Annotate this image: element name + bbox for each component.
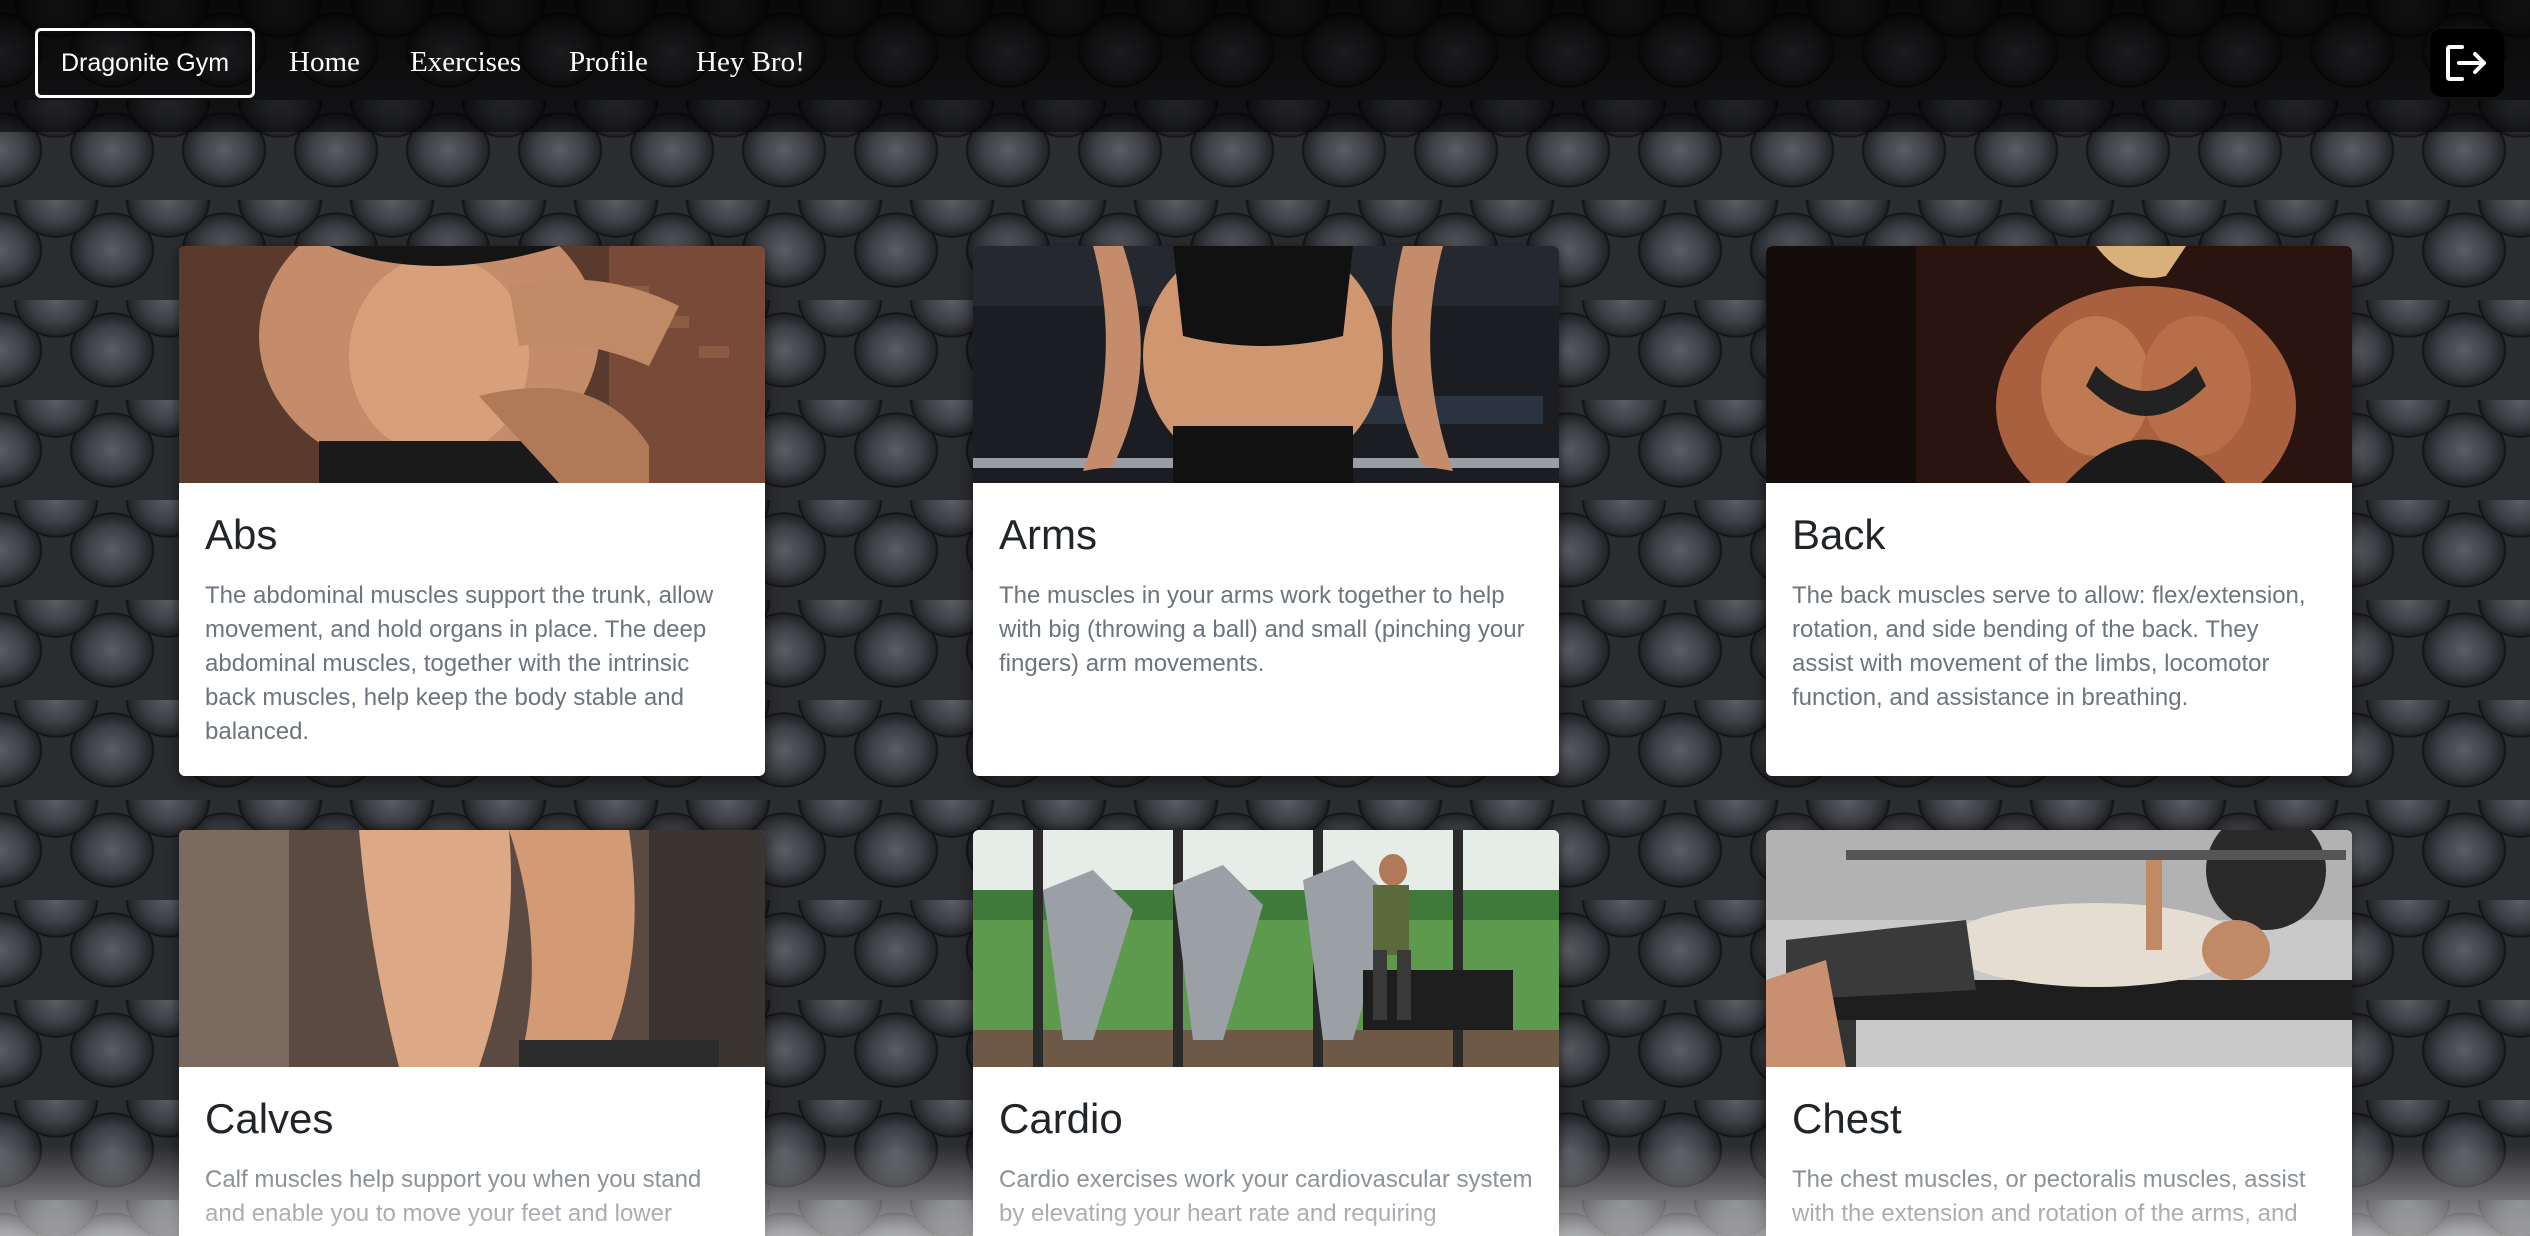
card-title: Calves [205,1095,334,1142]
card-title: Abs [205,511,278,558]
logout-icon [2446,45,2486,81]
abs-image [179,246,765,483]
navbar: Dragonite Gym Home Exercises Profile Hey… [0,0,2530,132]
card-title: Arms [999,511,1097,558]
card-text: The abdominal muscles support the trunk,… [205,582,714,745]
card-text: Calf muscles help support you when you s… [205,1166,702,1227]
brand-button[interactable]: Dragonite Gym [35,28,255,98]
nav-link-profile[interactable]: Profile [569,44,648,80]
card-title: Cardio [999,1095,1123,1142]
card-text: The chest muscles, or pectoralis muscles… [1792,1166,2306,1227]
card-text: The muscles in your arms work together t… [999,582,1525,677]
back-image [1766,246,2352,483]
cardio-image [973,830,1559,1067]
card-calves[interactable]: Calves Calf muscles help support you whe… [179,830,765,1236]
card-arms[interactable]: Arms The muscles in your arms work toget… [973,246,1559,776]
logout-button[interactable] [2430,29,2504,97]
card-title: Chest [1792,1095,1902,1142]
nav-link-home[interactable]: Home [289,44,360,80]
card-text: Cardio exercises work your cardiovascula… [999,1166,1533,1227]
nav-link-hey-bro[interactable]: Hey Bro! [696,44,805,80]
card-cardio[interactable]: Cardio Cardio exercises work your cardio… [973,830,1559,1236]
nav-link-exercises[interactable]: Exercises [410,44,521,80]
card-chest[interactable]: Chest The chest muscles, or pectoralis m… [1766,830,2352,1236]
chest-image [1766,830,2352,1067]
card-back[interactable]: Back The back muscles serve to allow: fl… [1766,246,2352,776]
card-title: Back [1792,511,1886,558]
card-abs[interactable]: Abs The abdominal muscles support the tr… [179,246,765,776]
card-text: The back muscles serve to allow: flex/ex… [1792,582,2306,711]
calves-image [179,830,765,1067]
arms-image [973,246,1559,483]
